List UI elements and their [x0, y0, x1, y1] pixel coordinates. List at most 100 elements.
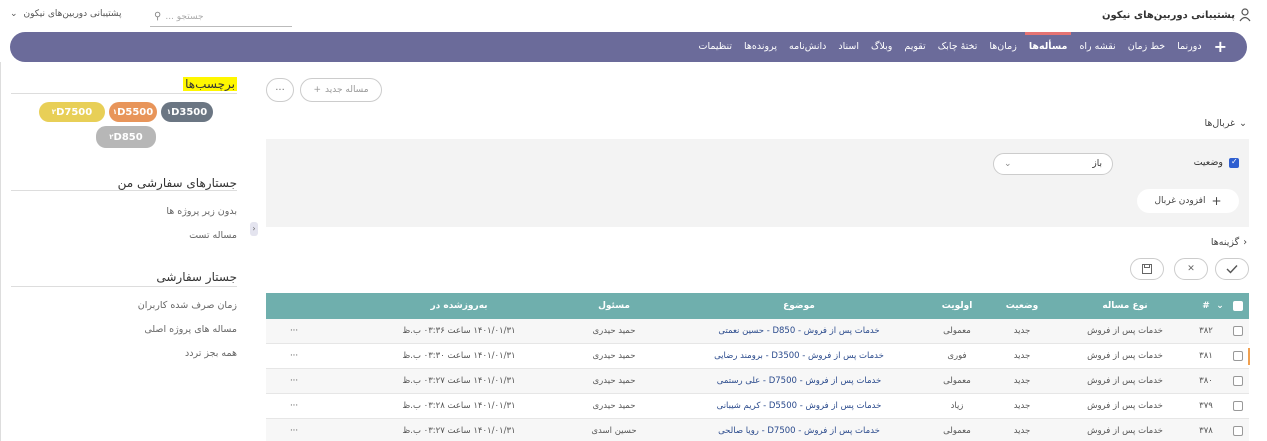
- row-checkbox[interactable]: [1231, 419, 1245, 441]
- col-updated[interactable]: به‌روزشده در: [374, 293, 544, 319]
- nav-item[interactable]: خط زمان: [1128, 32, 1165, 62]
- query-item[interactable]: زمان صرف شده کاربران: [138, 300, 237, 311]
- header-chevron-icon[interactable]: ⌄: [1213, 293, 1227, 319]
- status-select[interactable]: باز ⌄: [993, 153, 1113, 175]
- tag-d850[interactable]: D850 ۲: [96, 126, 156, 148]
- cell-assignee: حمید حیدری: [592, 326, 636, 336]
- nav-item[interactable]: اسناد: [838, 32, 859, 62]
- project-select-label: پشتیبانی دوربین‌های نیکون: [23, 9, 122, 19]
- plus-icon: +: [313, 85, 321, 95]
- row-checkbox[interactable]: [1231, 319, 1245, 344]
- col-subject[interactable]: موضوع: [678, 293, 920, 319]
- filters-label: غربال‌ها: [1204, 118, 1236, 129]
- cell-id: ۳۸۲: [1199, 326, 1213, 336]
- query-item[interactable]: مساله های پروژه اصلی: [144, 324, 237, 335]
- col-id[interactable]: #: [1199, 293, 1213, 319]
- col-priority[interactable]: اولویت: [927, 293, 987, 319]
- cell-more[interactable]: ···: [279, 319, 309, 344]
- cell-more[interactable]: ···: [279, 419, 309, 441]
- row-checkbox[interactable]: [1231, 369, 1245, 394]
- table-row[interactable]: ۳۷۸ خدمات پس از فروش جدید معمولی خدمات پس از…: [266, 419, 1249, 441]
- brand-title: پشتیبانی دوربین‌های نیکون: [1101, 9, 1235, 21]
- query-item[interactable]: همه بجز تردد: [185, 348, 237, 359]
- add-filter-label: افزودن غربال: [1154, 196, 1206, 206]
- nav-item[interactable]: وبلاگ: [871, 32, 892, 62]
- divider: [11, 93, 237, 94]
- cell-priority: معمولی: [943, 326, 971, 336]
- cell-updated: ۱۴۰۱/۰۱/۳۱ ساعت ۰۳:۳۰ ب.ظ: [402, 351, 516, 361]
- cell-subject[interactable]: خدمات پس از فروش - D7500 - رویا صالحی: [678, 419, 920, 441]
- add-nav-button[interactable]: +: [1214, 32, 1227, 62]
- sidebar: برچسب‌ها D7500 ۲ D5500 ۱ D3500 ۱ D850 ۲ جستا…: [0, 62, 252, 441]
- cell-subject[interactable]: خدمات پس از فروش - D5500 - کریم شیبانی: [678, 394, 920, 419]
- cell-subject[interactable]: خدمات پس از فروش - D850 - حسین نعمتی: [678, 319, 920, 344]
- cell-subject[interactable]: خدمات پس از فروش - D3500 - برومند رضایی: [678, 344, 920, 369]
- issues-table: ⌄ # نوع مساله وضعیت اولویت موضوع مسئول ب…: [266, 293, 1250, 441]
- nav-item[interactable]: تنظیمات: [699, 32, 733, 62]
- check-icon: [1226, 265, 1238, 274]
- project-select[interactable]: پشتیبانی دوربین‌های نیکون ⌄: [10, 9, 121, 19]
- col-assignee[interactable]: مسئول: [554, 293, 674, 319]
- col-status[interactable]: وضعیت: [992, 293, 1052, 319]
- nav-item[interactable]: تقویم: [904, 32, 925, 62]
- cell-id: ۳۸۱: [1199, 351, 1213, 361]
- table-body: ۳۸۲ خدمات پس از فروش جدید معمولی خدمات پس از…: [266, 319, 1250, 441]
- cell-updated: ۱۴۰۱/۰۱/۳۱ ساعت ۰۳:۲۷ ب.ظ: [402, 426, 516, 436]
- save-query-button[interactable]: [1130, 258, 1164, 280]
- brand[interactable]: پشتیبانی دوربین‌های نیکون: [1102, 8, 1251, 22]
- filters-toggle[interactable]: ⌄ غربال‌ها: [1204, 118, 1247, 129]
- tag-d5500[interactable]: D5500 ۱: [109, 102, 157, 122]
- nav-item[interactable]: پرونده‌ها: [744, 32, 777, 62]
- row-checkbox[interactable]: [1231, 394, 1245, 419]
- top-bar: پشتیبانی دوربین‌های نیکون جستجو ... ⚲ پش…: [0, 0, 1267, 32]
- table-header: ⌄ # نوع مساله وضعیت اولویت موضوع مسئول ب…: [266, 293, 1249, 319]
- cell-priority: فوری: [947, 351, 967, 361]
- table-row[interactable]: ۳۷۹ خدمات پس از فروش جدید زیاد خدمات پس از ف…: [266, 394, 1249, 419]
- status-value: باز: [1092, 159, 1102, 169]
- apply-button[interactable]: [1215, 258, 1249, 280]
- status-checkbox[interactable]: [1229, 157, 1239, 168]
- main-nav: + دورنما خط زمان نقشه راه مسأله‌ها زمان‌ها تخت…: [10, 32, 1247, 62]
- row-checkbox[interactable]: [1231, 344, 1245, 369]
- cell-assignee: حمید حیدری: [592, 401, 636, 411]
- query-item[interactable]: بدون زیر پروژه ها: [166, 206, 237, 217]
- search-input[interactable]: جستجو ... ⚲: [150, 7, 292, 27]
- cell-priority: معمولی: [943, 376, 971, 386]
- custom-queries-title: جستار سفارشی: [156, 270, 237, 284]
- cell-assignee: حمید حیدری: [592, 376, 636, 386]
- table-row[interactable]: ۳۸۰ خدمات پس از فروش جدید معمولی خدمات پس از…: [266, 369, 1249, 394]
- plus-icon: +: [1211, 194, 1222, 208]
- tag-d3500[interactable]: D3500 ۱: [161, 102, 213, 122]
- query-item[interactable]: مساله تست: [189, 230, 237, 241]
- my-queries-title: جستارهای سفارشی من: [117, 176, 237, 190]
- cell-assignee: حسین اسدی: [591, 426, 637, 436]
- cell-more[interactable]: ···: [279, 394, 309, 419]
- new-issue-button[interactable]: مساله جدید +: [300, 78, 382, 102]
- nav-item[interactable]: نقشه راه: [1079, 32, 1115, 62]
- table-row[interactable]: ۳۸۱ خدمات پس از فروش جدید فوری خدمات پس از ف…: [266, 344, 1250, 369]
- clear-button[interactable]: ✕: [1174, 258, 1208, 280]
- cell-more[interactable]: ···: [279, 369, 309, 394]
- tag-d7500[interactable]: D7500 ۲: [39, 102, 105, 122]
- nav-item[interactable]: مسأله‌ها: [1024, 32, 1072, 62]
- cell-type: خدمات پس از فروش: [1087, 426, 1163, 436]
- more-button[interactable]: ···: [266, 78, 294, 102]
- table-row[interactable]: ۳۸۲ خدمات پس از فروش جدید معمولی خدمات پس از…: [266, 319, 1249, 344]
- nav-item[interactable]: دورنما: [1177, 32, 1201, 62]
- nav-item[interactable]: زمان‌ها: [989, 32, 1016, 62]
- options-toggle[interactable]: ‹ گزینه‌ها: [1211, 237, 1247, 248]
- options-label: گزینه‌ها: [1210, 237, 1240, 248]
- chevron-down-icon: ⌄: [1004, 159, 1012, 169]
- cell-assignee: حمید حیدری: [592, 351, 636, 361]
- cell-more[interactable]: ···: [279, 344, 309, 369]
- col-type[interactable]: نوع مساله: [1055, 293, 1195, 319]
- status-label: وضعیت: [1193, 157, 1223, 168]
- cell-type: خدمات پس از فروش: [1087, 376, 1163, 386]
- nav-item[interactable]: دانش‌نامه: [789, 32, 826, 62]
- select-all-checkbox[interactable]: [1231, 293, 1245, 319]
- cell-subject[interactable]: خدمات پس از فروش - D7500 - علی رستمی: [678, 369, 920, 394]
- cell-type: خدمات پس از فروش: [1087, 326, 1163, 336]
- add-filter-button[interactable]: + افزودن غربال: [1137, 189, 1239, 213]
- cell-priority: زیاد: [950, 401, 964, 411]
- nav-item[interactable]: تختهٔ چابک: [938, 32, 978, 62]
